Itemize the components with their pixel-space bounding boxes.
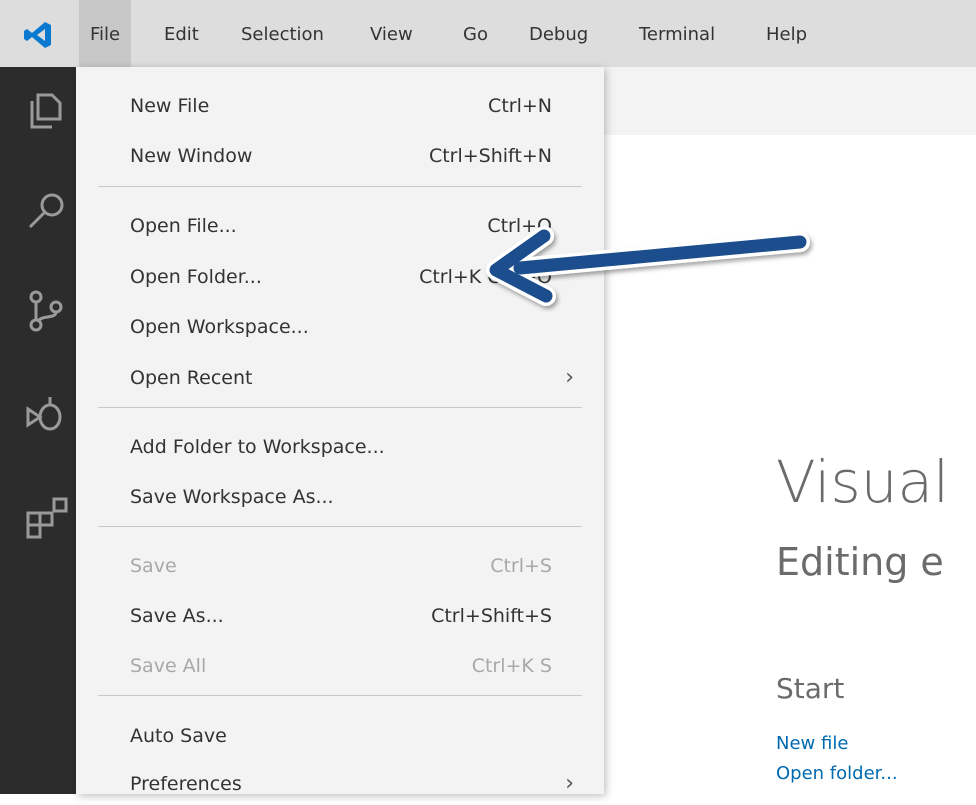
debug-icon[interactable] bbox=[22, 389, 72, 439]
vscode-logo-icon[interactable] bbox=[23, 20, 53, 50]
menu-item-save-workspace-as[interactable]: Save Workspace As... bbox=[76, 478, 604, 518]
welcome-subtitle: Editing e bbox=[776, 540, 944, 584]
menu-item-open-recent[interactable]: Open Recent › bbox=[76, 359, 604, 399]
menu-item-save-all: Save All Ctrl+K S bbox=[76, 647, 604, 687]
menu-item-preferences[interactable]: Preferences › bbox=[76, 765, 604, 805]
menu-item-shortcut: Ctrl+K S bbox=[471, 655, 552, 677]
annotation-arrow-icon bbox=[486, 226, 810, 306]
menu-selection[interactable]: Selection bbox=[230, 0, 335, 67]
start-heading: Start bbox=[776, 672, 845, 705]
menu-help[interactable]: Help bbox=[755, 0, 818, 67]
menu-item-save-as[interactable]: Save As... Ctrl+Shift+S bbox=[76, 597, 604, 637]
menu-go[interactable]: Go bbox=[452, 0, 499, 67]
menu-item-label: Preferences bbox=[130, 773, 242, 795]
menu-item-label: Save Workspace As... bbox=[130, 486, 334, 508]
welcome-title: Visual bbox=[776, 448, 950, 516]
menu-item-label: Save As... bbox=[130, 605, 224, 627]
menu-terminal[interactable]: Terminal bbox=[628, 0, 726, 67]
menu-item-shortcut: Ctrl+S bbox=[490, 555, 552, 577]
search-icon[interactable] bbox=[22, 187, 72, 237]
menu-item-add-folder-to-workspace[interactable]: Add Folder to Workspace... bbox=[76, 428, 604, 468]
menu-item-label: New Window bbox=[130, 145, 253, 167]
menu-item-label: Open File... bbox=[130, 215, 237, 237]
menu-item-label: Open Folder... bbox=[130, 266, 262, 288]
menu-item-label: Save bbox=[130, 555, 177, 577]
file-menu-dropdown: New File Ctrl+N New Window Ctrl+Shift+N … bbox=[76, 67, 604, 796]
start-link-new-file[interactable]: New file bbox=[776, 733, 848, 754]
menu-edit[interactable]: Edit bbox=[153, 0, 210, 67]
menu-bar: File Edit Selection View Go Debug Termin… bbox=[0, 0, 976, 67]
source-control-icon[interactable] bbox=[22, 285, 72, 335]
activity-bar bbox=[0, 67, 76, 794]
menu-item-save: Save Ctrl+S bbox=[76, 547, 604, 587]
menu-file[interactable]: File bbox=[79, 0, 132, 67]
explorer-icon[interactable] bbox=[22, 85, 72, 135]
menu-separator bbox=[98, 526, 582, 527]
menu-separator bbox=[98, 186, 582, 187]
menu-item-label: Auto Save bbox=[130, 725, 227, 747]
menu-item-auto-save[interactable]: Auto Save bbox=[76, 717, 604, 757]
menu-debug[interactable]: Debug bbox=[518, 0, 599, 67]
chevron-right-icon: › bbox=[565, 365, 574, 390]
start-link-open-folder[interactable]: Open folder... bbox=[776, 763, 898, 784]
menu-separator bbox=[98, 695, 582, 696]
menu-item-new-file[interactable]: New File Ctrl+N bbox=[76, 87, 604, 127]
menu-item-label: Open Workspace... bbox=[130, 316, 309, 338]
menu-item-label: Add Folder to Workspace... bbox=[130, 436, 385, 458]
menu-view[interactable]: View bbox=[359, 0, 424, 67]
menu-item-shortcut: Ctrl+N bbox=[488, 95, 552, 117]
menu-item-label: New File bbox=[130, 95, 210, 117]
editor-tab-strip bbox=[604, 67, 976, 135]
menu-item-open-workspace[interactable]: Open Workspace... bbox=[76, 308, 604, 348]
menu-item-label: Save All bbox=[130, 655, 207, 677]
menu-separator bbox=[98, 407, 582, 408]
menu-item-shortcut: Ctrl+Shift+N bbox=[428, 145, 552, 167]
menu-item-new-window[interactable]: New Window Ctrl+Shift+N bbox=[76, 137, 604, 177]
extensions-icon[interactable] bbox=[22, 495, 72, 545]
chevron-right-icon: › bbox=[565, 771, 574, 796]
menu-item-label: Open Recent bbox=[130, 367, 253, 389]
menu-item-shortcut: Ctrl+Shift+S bbox=[431, 605, 552, 627]
